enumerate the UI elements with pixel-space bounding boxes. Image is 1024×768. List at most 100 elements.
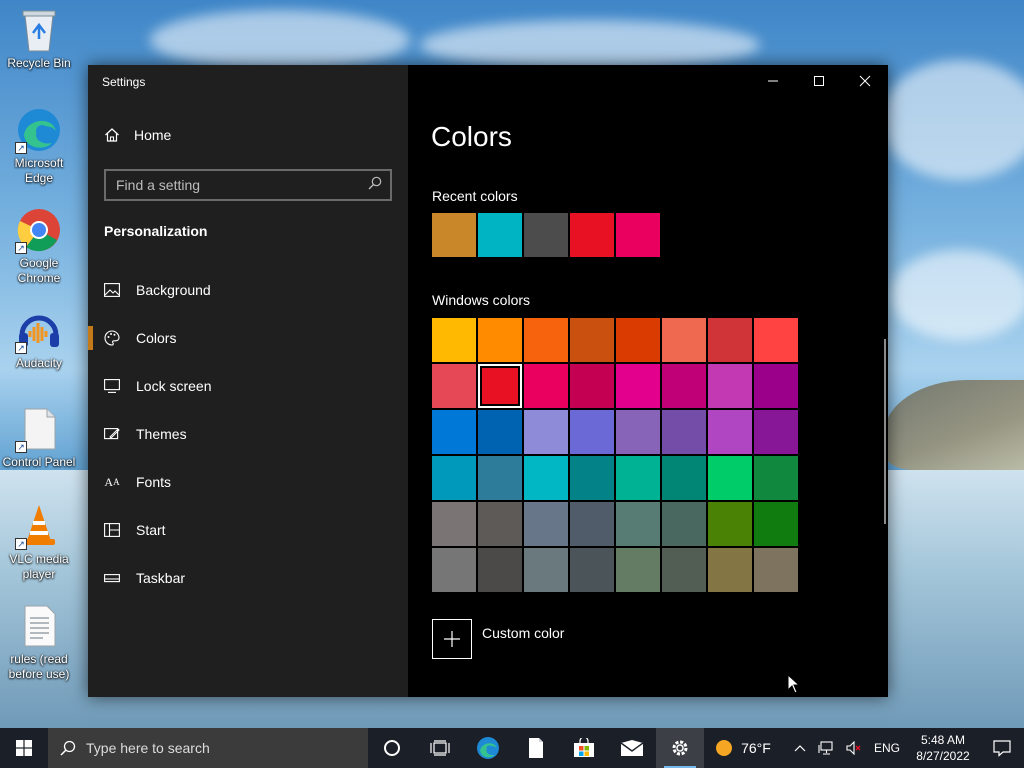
color-swatch[interactable] (754, 364, 798, 408)
maximize-button[interactable] (796, 65, 842, 97)
color-swatch[interactable] (524, 364, 568, 408)
close-button[interactable] (842, 65, 888, 97)
color-swatch[interactable] (708, 364, 752, 408)
color-swatch[interactable] (754, 410, 798, 454)
color-swatch[interactable] (708, 502, 752, 546)
color-swatch[interactable] (432, 410, 476, 454)
color-swatch[interactable] (570, 410, 614, 454)
color-swatch[interactable] (754, 502, 798, 546)
plus-icon (432, 619, 472, 659)
color-swatch[interactable] (708, 318, 752, 362)
sidebar-item-taskbar[interactable]: Taskbar (88, 554, 408, 602)
desktop-icon-chrome[interactable]: ↗ Google Chrome (0, 206, 78, 286)
cortana-button[interactable] (368, 728, 416, 768)
color-swatch[interactable] (662, 410, 706, 454)
clock[interactable]: 5:48 AM 8/27/2022 (906, 732, 980, 764)
color-swatch[interactable] (708, 410, 752, 454)
network-button[interactable] (812, 741, 840, 755)
action-center-button[interactable] (980, 739, 1024, 757)
find-setting-box[interactable] (104, 169, 392, 201)
cliff (884, 380, 1024, 470)
desktop-icon-control-panel[interactable]: ↗ Control Panel (0, 405, 78, 470)
color-swatch[interactable] (524, 456, 568, 500)
color-swatch[interactable] (524, 502, 568, 546)
start-button[interactable] (0, 728, 48, 768)
color-swatch[interactable] (616, 318, 660, 362)
volume-button[interactable] (840, 741, 868, 755)
color-swatch[interactable] (432, 318, 476, 362)
fonts-icon: AA (104, 474, 120, 489)
custom-color-button[interactable]: Custom color (432, 619, 564, 659)
taskbar-store-button[interactable] (560, 728, 608, 768)
color-swatch[interactable] (616, 502, 660, 546)
color-swatch[interactable] (570, 456, 614, 500)
weather-temp: 76°F (741, 740, 771, 756)
desktop-icon-rules[interactable]: rules (read before use) (0, 602, 78, 682)
recent-color-swatch[interactable] (616, 213, 660, 257)
input-language[interactable]: ENG (868, 741, 906, 755)
color-swatch[interactable] (616, 410, 660, 454)
show-hidden-icons-button[interactable] (788, 744, 812, 752)
color-swatch[interactable] (478, 318, 522, 362)
recent-color-swatch[interactable] (570, 213, 614, 257)
taskbar-search-box[interactable]: Type here to search (48, 728, 368, 768)
color-swatch[interactable] (708, 548, 752, 592)
color-swatch[interactable] (616, 456, 660, 500)
color-swatch[interactable] (524, 318, 568, 362)
task-view-button[interactable] (416, 728, 464, 768)
color-swatch[interactable] (662, 318, 706, 362)
sidebar-item-background[interactable]: Background (88, 266, 408, 314)
color-swatch[interactable] (616, 548, 660, 592)
sidebar-item-colors[interactable]: Colors (88, 314, 408, 362)
recent-color-swatch[interactable] (524, 213, 568, 257)
color-swatch[interactable] (754, 318, 798, 362)
desktop-icon-vlc[interactable]: ↗ VLC media player (0, 502, 78, 582)
color-swatch[interactable] (616, 364, 660, 408)
color-swatch[interactable] (432, 548, 476, 592)
minimize-button[interactable] (750, 65, 796, 97)
color-swatch-selected[interactable] (478, 364, 522, 408)
shortcut-arrow-icon: ↗ (15, 342, 27, 354)
color-swatch[interactable] (478, 456, 522, 500)
scrollbar[interactable] (884, 339, 886, 524)
taskbar-search-placeholder: Type here to search (86, 740, 210, 756)
taskbar-settings-button[interactable] (656, 728, 704, 768)
color-swatch[interactable] (708, 456, 752, 500)
sidebar-item-start[interactable]: Start (88, 506, 408, 554)
color-swatch[interactable] (662, 364, 706, 408)
color-swatch[interactable] (662, 502, 706, 546)
color-swatch[interactable] (524, 548, 568, 592)
color-swatch[interactable] (662, 456, 706, 500)
color-swatch[interactable] (570, 364, 614, 408)
sidebar-item-fonts[interactable]: AA Fonts (88, 458, 408, 506)
taskbar-notepad-button[interactable] (512, 728, 560, 768)
desktop-icon-audacity[interactable]: ↗ Audacity (0, 306, 78, 371)
color-swatch[interactable] (432, 456, 476, 500)
recent-color-swatch[interactable] (432, 213, 476, 257)
color-swatch[interactable] (478, 548, 522, 592)
home-icon (104, 127, 120, 143)
taskbar-mail-button[interactable] (608, 728, 656, 768)
color-swatch[interactable] (662, 548, 706, 592)
desktop-icon-recycle-bin[interactable]: Recycle Bin (0, 6, 78, 71)
color-swatch[interactable] (432, 502, 476, 546)
find-setting-input[interactable] (116, 177, 368, 193)
color-swatch[interactable] (570, 318, 614, 362)
color-swatch[interactable] (570, 548, 614, 592)
color-swatch[interactable] (754, 548, 798, 592)
color-swatch[interactable] (754, 456, 798, 500)
color-swatch[interactable] (570, 502, 614, 546)
taskbar-edge-button[interactable] (464, 728, 512, 768)
desktop-icon-edge[interactable]: ↗ Microsoft Edge (0, 106, 78, 186)
cortana-icon (384, 740, 400, 756)
sidebar-item-lock-screen[interactable]: Lock screen (88, 362, 408, 410)
color-swatch[interactable] (478, 502, 522, 546)
search-icon[interactable] (368, 176, 382, 195)
sidebar-item-themes[interactable]: Themes (88, 410, 408, 458)
home-nav[interactable]: Home (104, 127, 171, 143)
color-swatch[interactable] (432, 364, 476, 408)
weather-widget[interactable]: 76°F (698, 739, 788, 757)
color-swatch[interactable] (524, 410, 568, 454)
color-swatch[interactable] (478, 410, 522, 454)
recent-color-swatch[interactable] (478, 213, 522, 257)
